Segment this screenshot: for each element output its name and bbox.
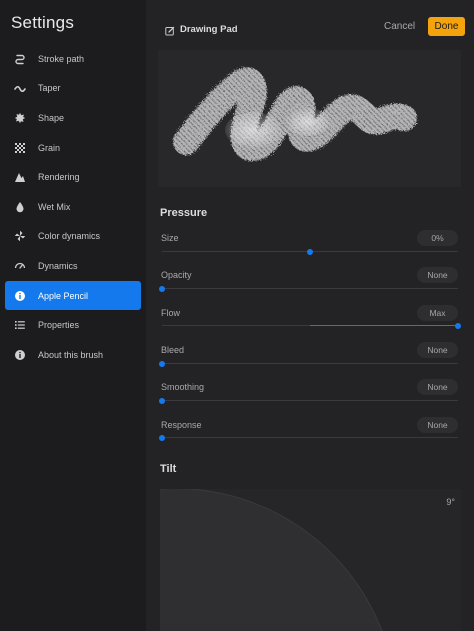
flow-label: Flow: [161, 308, 181, 318]
done-button[interactable]: Done: [428, 17, 465, 36]
smoothing-slider[interactable]: [159, 397, 458, 404]
info-icon: [14, 290, 26, 302]
pressure-section-title: Pressure: [160, 207, 208, 219]
sidebar-title: Settings: [11, 13, 75, 32]
drawing-pad-preview[interactable]: [158, 50, 461, 187]
tilt-section-title: Tilt: [160, 463, 177, 475]
sidebar-item-label: Grain: [38, 142, 61, 153]
sidebar-item-shape[interactable]: Shape: [5, 103, 141, 133]
wet-mix-icon: [14, 201, 26, 213]
flow-value: Max: [417, 305, 458, 321]
sidebar-item-wet-mix[interactable]: Wet Mix: [5, 192, 141, 222]
tilt-angle-value: 9°: [446, 497, 455, 507]
opacity-slider-knob[interactable]: [159, 285, 165, 292]
sidebar-item-label: Color dynamics: [38, 231, 101, 242]
main-panel: Drawing Pad Cancel Done Pressure Size 0%…: [146, 0, 474, 631]
sidebar-item-dynamics[interactable]: Dynamics: [5, 251, 141, 281]
sidebar-item-rendering[interactable]: Rendering: [5, 162, 141, 192]
sidebar-item-label: Taper: [38, 83, 61, 94]
grain-icon: [14, 142, 26, 154]
bleed-label: Bleed: [161, 345, 185, 355]
sidebar-item-label: Rendering: [38, 172, 80, 183]
sidebar-item-label: About this brush: [38, 349, 104, 360]
flow-slider-knob[interactable]: [455, 322, 461, 329]
size-slider-knob[interactable]: [307, 248, 313, 255]
shape-icon: [14, 112, 26, 124]
bleed-slider[interactable]: [159, 360, 458, 367]
rendering-icon: [14, 171, 26, 183]
response-slider[interactable]: [159, 434, 458, 441]
sidebar-item-label: Apple Pencil: [38, 290, 89, 301]
sidebar-item-label: Wet Mix: [38, 201, 71, 212]
response-value: None: [417, 417, 458, 433]
flow-slider[interactable]: [162, 322, 461, 329]
response-label: Response: [161, 420, 202, 430]
size-label: Size: [161, 233, 179, 243]
header: Drawing Pad Cancel Done: [146, 0, 474, 44]
info-icon: [14, 349, 26, 361]
sidebar-item-color-dynamics[interactable]: Color dynamics: [5, 222, 141, 252]
sidebar-item-stroke-path[interactable]: Stroke path: [5, 44, 141, 74]
size-slider[interactable]: [162, 248, 458, 255]
tilt-graph[interactable]: 9°: [160, 489, 461, 631]
sidebar-item-apple-pencil[interactable]: Apple Pencil: [5, 280, 141, 311]
sidebar-item-taper[interactable]: Taper: [5, 74, 141, 104]
cancel-button[interactable]: Cancel: [384, 21, 415, 32]
edit-icon[interactable]: [165, 23, 175, 36]
sidebar-item-label: Dynamics: [38, 260, 78, 271]
flow-slider-fill: [310, 325, 458, 326]
smoothing-slider-knob[interactable]: [159, 397, 165, 404]
list-icon: [14, 319, 26, 331]
sidebar-item-label: Stroke path: [38, 53, 85, 64]
bleed-value: None: [417, 342, 458, 358]
sidebar-item-properties[interactable]: Properties: [5, 310, 141, 340]
stroke-path-icon: [14, 53, 26, 65]
sidebar-item-about-this-brush[interactable]: About this brush: [5, 340, 141, 370]
sidebar-nav: Stroke path Taper Shape Grain Rendering: [5, 44, 141, 370]
sidebar-item-label: Properties: [38, 320, 80, 331]
opacity-label: Opacity: [161, 270, 192, 280]
brush-title[interactable]: Drawing Pad: [180, 24, 238, 35]
response-slider-knob[interactable]: [159, 434, 165, 441]
sidebar-item-label: Shape: [38, 112, 65, 123]
size-value: 0%: [417, 230, 458, 246]
taper-icon: [14, 82, 26, 94]
opacity-value: None: [417, 267, 458, 283]
color-dynamics-icon: [14, 230, 26, 242]
sidebar-item-grain[interactable]: Grain: [5, 133, 141, 163]
sidebar: Settings Stroke path Taper Shape Grain R…: [0, 0, 146, 631]
bleed-slider-knob[interactable]: [159, 360, 165, 367]
smoothing-label: Smoothing: [161, 382, 205, 392]
smoothing-value: None: [417, 379, 458, 395]
opacity-slider[interactable]: [159, 285, 458, 292]
dynamics-icon: [14, 260, 26, 272]
